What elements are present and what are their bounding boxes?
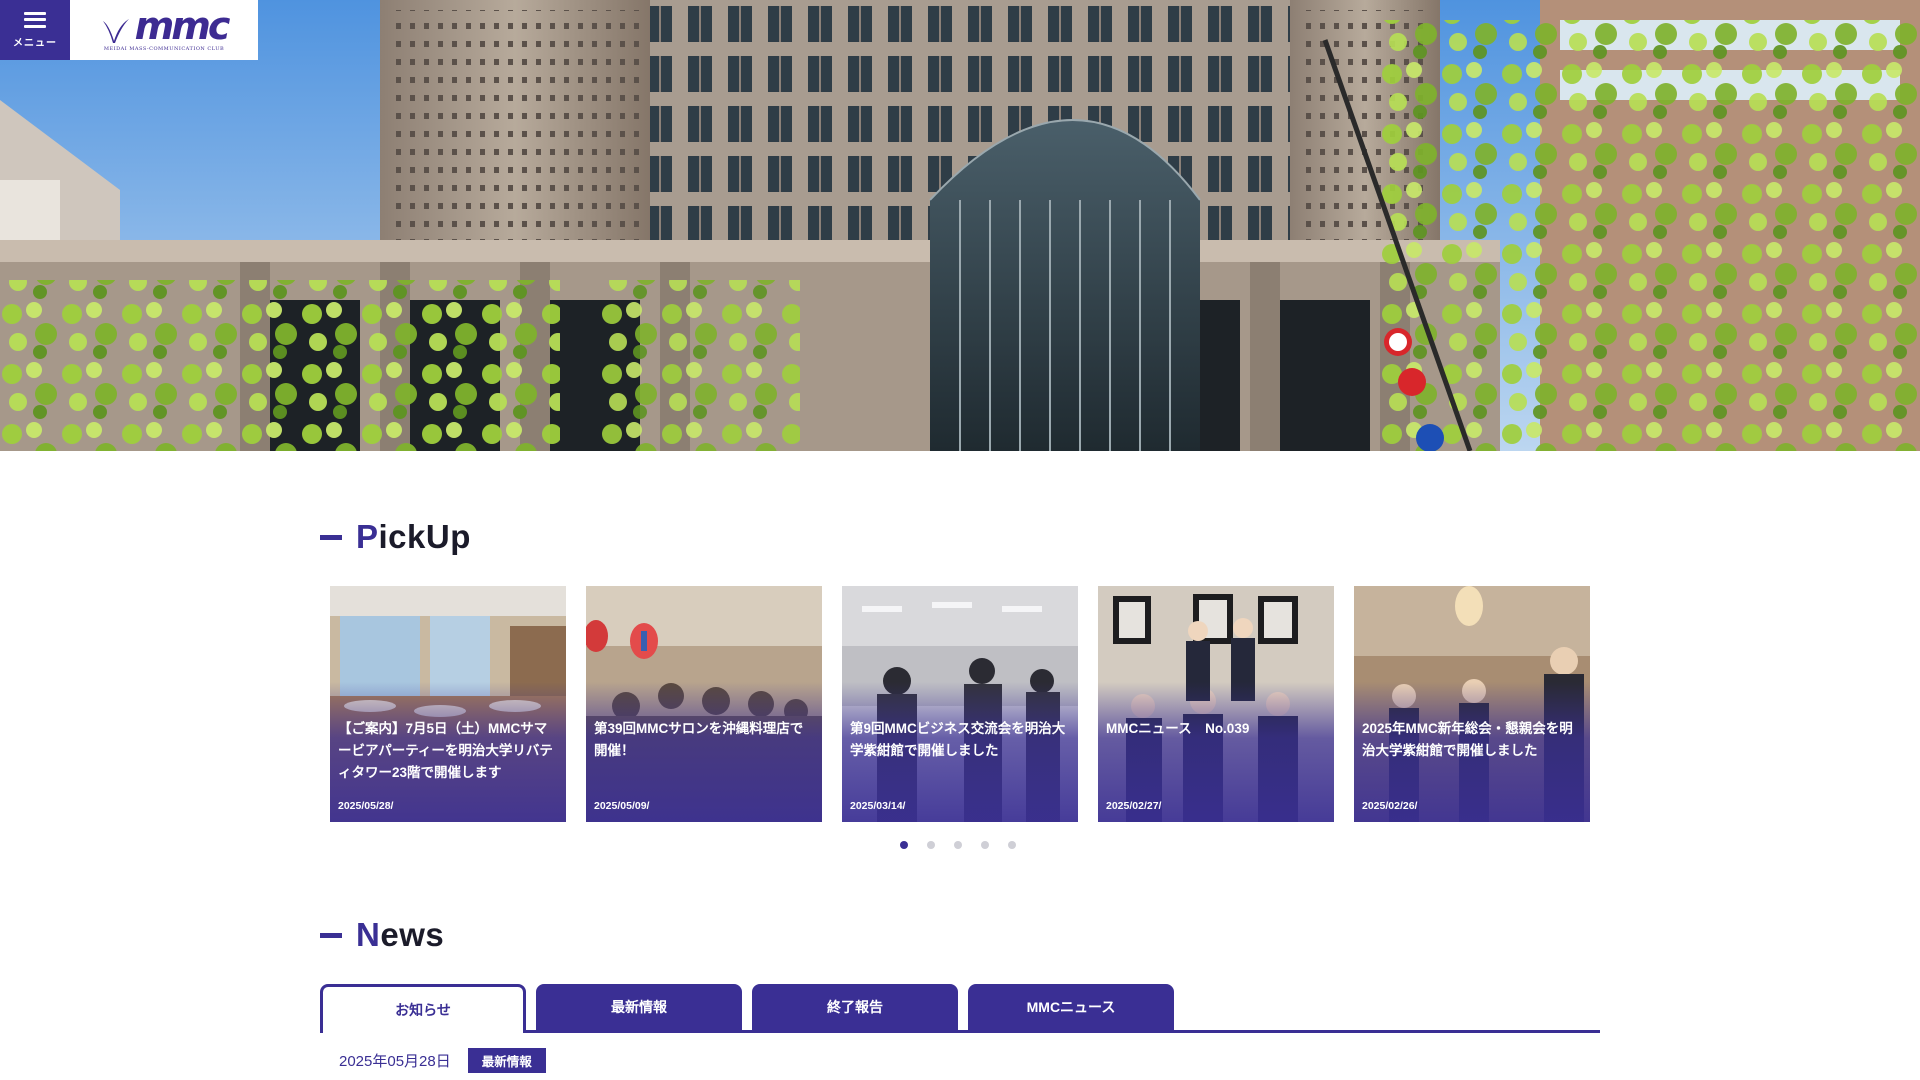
card-title: MMCニュース No.039 [1106, 721, 1250, 736]
card-date: 2025/05/09/ [594, 800, 650, 812]
tab-oshirase[interactable]: お知らせ [320, 984, 526, 1033]
card-title: 第9回MMCビジネス交流会を明治大学紫紺館で開催しました [850, 721, 1066, 758]
pickup-card[interactable]: 【ご案内】7月5日（土）MMCサマービアパーティーを明治大学リバティタワー23階… [330, 586, 566, 822]
menu-label: メニュー [13, 37, 57, 49]
card-title: 第39回MMCサロンを沖縄料理店で開催！ [594, 721, 804, 758]
hamburger-icon [24, 11, 46, 28]
card-date: 2025/03/14/ [850, 800, 906, 812]
news-heading-first: N [356, 916, 381, 953]
news-tabs: お知らせ 最新情報 終了報告 MMCニュース [320, 984, 1600, 1033]
pickup-card[interactable]: 第9回MMCビジネス交流会を明治大学紫紺館で開催しました 2025/03/14/ [842, 586, 1078, 822]
hero-image [0, 0, 1920, 451]
tab-mmc-news[interactable]: MMCニュース [968, 984, 1174, 1030]
hero-building-illustration [0, 0, 1920, 451]
logo-text: mmc [134, 3, 231, 48]
tab-report[interactable]: 終了報告 [752, 984, 958, 1030]
card-date: 2025/05/28/ [338, 800, 394, 812]
card-title: 【ご案内】7月5日（土）MMCサマービアパーティーを明治大学リバティタワー23階… [338, 721, 553, 780]
carousel-dot-2[interactable] [927, 841, 935, 849]
logo-subtext: MEIDAI MASS-COMMUNICATION CLUB [103, 45, 225, 52]
card-date: 2025/02/27/ [1106, 800, 1162, 812]
card-title: 2025年MMC新年総会・懇親会を明治大学紫紺館で開催しました [1362, 721, 1573, 758]
pickup-heading-first: P [356, 518, 379, 555]
site-logo[interactable]: mmc MEIDAI MASS-COMMUNICATION CLUB [70, 0, 258, 60]
pickup-card[interactable]: 第39回MMCサロンを沖縄料理店で開催！ 2025/05/09/ [586, 586, 822, 822]
pickup-card[interactable]: MMCニュース No.039 2025/02/27/ [1098, 586, 1334, 822]
carousel-dot-3[interactable] [954, 841, 962, 849]
news-category-badge: 最新情報 [467, 1048, 546, 1073]
news-heading: News [320, 916, 444, 954]
news-date: 2025年05月28日 [339, 1053, 451, 1070]
carousel-pagination [900, 841, 1016, 849]
heading-dash [320, 932, 342, 938]
heading-dash [320, 534, 342, 540]
carousel-dot-5[interactable] [1008, 841, 1016, 849]
pickup-heading: PickUp [320, 518, 471, 556]
tab-latest[interactable]: 最新情報 [536, 984, 742, 1030]
news-heading-rest: ews [380, 916, 445, 953]
pickup-heading-rest: ickUp [378, 518, 471, 555]
carousel-dot-1[interactable] [900, 841, 908, 849]
menu-button[interactable]: メニュー [0, 0, 70, 60]
v-wing-logo-icon [102, 18, 129, 43]
news-list-item[interactable]: 2025年05月28日 最新情報 [339, 1048, 546, 1073]
card-date: 2025/02/26/ [1362, 800, 1418, 812]
carousel-dot-4[interactable] [981, 841, 989, 849]
pickup-card[interactable]: 2025年MMC新年総会・懇親会を明治大学紫紺館で開催しました 2025/02/… [1354, 586, 1590, 822]
pickup-carousel: 【ご案内】7月5日（土）MMCサマービアパーティーを明治大学リバティタワー23階… [330, 586, 1590, 822]
